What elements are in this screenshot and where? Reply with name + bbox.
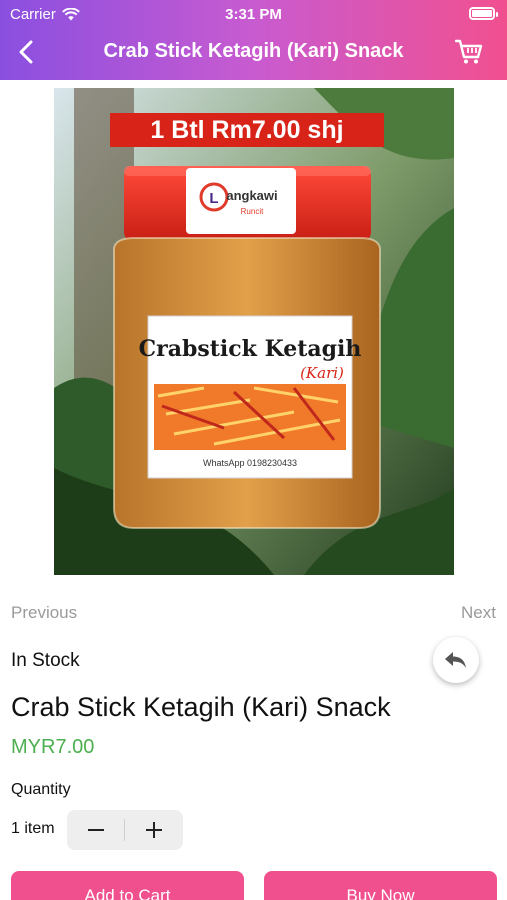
brand-initial: L	[209, 190, 218, 207]
app-header: Carrier 3:31 PM Crab Stick Ketagih (Kari…	[0, 0, 507, 80]
quantity-stepper	[67, 810, 183, 850]
product-photo: 1 Btl Rm7.00 shj L angkawi Runcit Crabst…	[54, 88, 454, 575]
reply-arrow-icon	[445, 652, 466, 668]
next-button[interactable]: Next	[461, 603, 496, 623]
label-phone: WhatsApp 0198230433	[203, 458, 297, 468]
plus-icon	[146, 822, 162, 838]
increment-button[interactable]	[125, 810, 183, 850]
banner-text: 1 Btl Rm7.00 shj	[150, 116, 343, 144]
product-title: Crab Stick Ketagih (Kari) Snack	[11, 692, 391, 722]
label-title: Crabstick Ketagih	[139, 336, 362, 362]
quantity-value: 1 item	[11, 820, 55, 837]
label-sub: (Kari)	[300, 364, 344, 382]
back-button[interactable]	[10, 36, 42, 68]
cart-icon	[455, 39, 483, 64]
page-title: Crab Stick Ketagih (Kari) Snack	[103, 40, 404, 62]
quantity-label: Quantity	[11, 781, 71, 798]
status-time: 3:31 PM	[225, 6, 282, 23]
chevron-left-icon	[19, 40, 33, 64]
decrement-button[interactable]	[67, 810, 125, 850]
brand-name: angkawi	[226, 188, 277, 203]
buy-now-button[interactable]: Buy Now	[264, 871, 497, 900]
previous-button[interactable]: Previous	[11, 603, 77, 623]
product-image[interactable]: 1 Btl Rm7.00 shj L angkawi Runcit Crabst…	[54, 88, 454, 575]
cart-button[interactable]	[453, 36, 485, 68]
share-button[interactable]	[433, 637, 479, 683]
brand-sub: Runcit	[241, 207, 264, 216]
product-price: MYR7.00	[11, 736, 95, 758]
minus-icon	[88, 829, 104, 831]
nav-bar: Crab Stick Ketagih (Kari) Snack	[0, 28, 507, 78]
add-to-cart-button[interactable]: Add to Cart	[11, 871, 244, 900]
status-bar: Carrier 3:31 PM	[0, 0, 507, 28]
battery-icon	[469, 7, 498, 20]
stock-status: In Stock	[11, 650, 80, 671]
